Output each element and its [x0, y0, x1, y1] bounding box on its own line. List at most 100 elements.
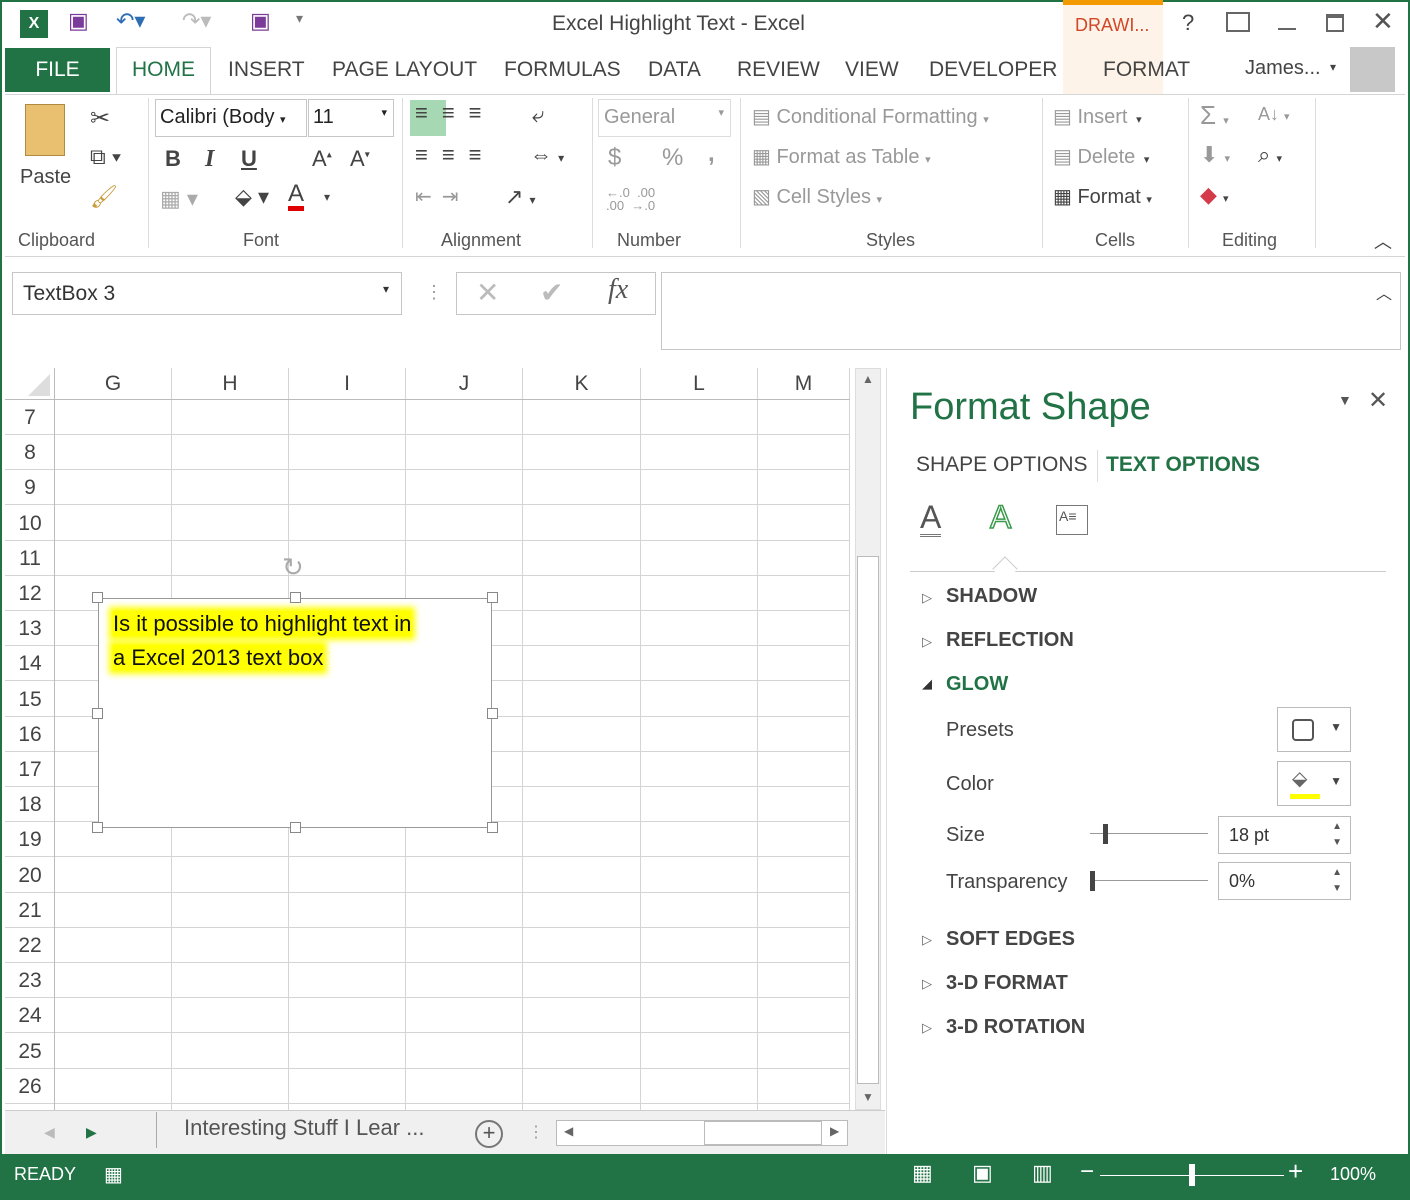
new-sheet-icon[interactable]: +	[475, 1120, 503, 1148]
scroll-down-icon[interactable]: ▼	[862, 1090, 874, 1104]
resize-handle[interactable]	[92, 822, 103, 833]
resize-handle[interactable]	[290, 822, 301, 833]
scroll-left-icon[interactable]: ◀	[564, 1124, 573, 1138]
row-header-19[interactable]: 19	[5, 822, 55, 858]
tab-page-layout[interactable]: PAGE LAYOUT	[332, 56, 477, 94]
maximize-icon[interactable]	[1326, 14, 1344, 32]
name-box[interactable]: TextBox 3 ▾	[12, 272, 402, 315]
paste-icon[interactable]	[25, 104, 65, 156]
row-header-22[interactable]: 22	[5, 928, 55, 963]
minimize-icon[interactable]	[1278, 28, 1296, 30]
expand-icon[interactable]: ▷	[922, 634, 932, 650]
text-fill-outline-icon[interactable]: A	[920, 500, 942, 537]
decimal-icons[interactable]: ←.0 .00.00 →.0	[606, 186, 655, 212]
row-header-15[interactable]: 15	[5, 682, 55, 717]
indent-icons[interactable]: ⇤⇥	[415, 184, 469, 209]
shrink-font-icon[interactable]: A▾	[350, 146, 370, 172]
cell-styles-button[interactable]: ▧ Cell Styles ▾	[752, 184, 882, 209]
font-color-icon[interactable]: A	[288, 182, 305, 211]
row-header-8[interactable]: 8	[5, 435, 55, 471]
resize-handle[interactable]	[487, 592, 498, 603]
sort-filter-icon[interactable]: A↓ ▾	[1258, 104, 1290, 125]
transparency-slider-thumb[interactable]	[1090, 871, 1095, 891]
row-header-13[interactable]: 13	[5, 611, 55, 647]
resize-handle[interactable]	[290, 592, 301, 603]
resize-handle[interactable]	[487, 822, 498, 833]
tab-split-grip-icon[interactable]: ⋮	[528, 1122, 544, 1142]
enter-icon[interactable]: ✔	[540, 276, 563, 309]
expand-formula-bar-icon[interactable]: ︿	[1376, 280, 1392, 304]
tab-formulas[interactable]: FORMULAS	[504, 56, 621, 94]
row-header-24[interactable]: 24	[5, 998, 55, 1034]
transparency-spinner[interactable]: 0% ▲ ▼	[1218, 862, 1351, 900]
save-as-icon[interactable]: ▣	[250, 8, 271, 34]
size-slider-thumb[interactable]	[1103, 824, 1108, 844]
pane-close-icon[interactable]: ✕	[1368, 386, 1388, 415]
copy-icon[interactable]: ⧉ ▾	[90, 144, 121, 170]
undo-icon[interactable]: ↶▾	[116, 8, 145, 34]
italic-button[interactable]: I	[205, 146, 214, 173]
font-name-box[interactable]: Calibri (Body ▾	[155, 99, 307, 137]
scroll-right-icon[interactable]: ▶	[830, 1124, 839, 1138]
collapse-icon[interactable]: ◢	[922, 676, 932, 692]
tab-text-options[interactable]: TEXT OPTIONS	[1106, 453, 1260, 477]
delete-cells-button[interactable]: ▤ Delete ▾	[1053, 144, 1149, 169]
user-menu-arrow-icon[interactable]: ▾	[1330, 60, 1336, 74]
fill-color-icon[interactable]: ⬙ ▾	[235, 184, 269, 210]
section-glow[interactable]: GLOW	[946, 673, 1008, 696]
user-name[interactable]: James...	[1245, 57, 1321, 80]
row-header-18[interactable]: 18	[5, 787, 55, 823]
tab-shape-options[interactable]: SHAPE OPTIONS	[916, 453, 1088, 477]
row-header-14[interactable]: 14	[5, 646, 55, 682]
format-cells-button[interactable]: ▦ Format ▾	[1053, 184, 1152, 209]
row-header-10[interactable]: 10	[5, 506, 55, 541]
column-header-m[interactable]: M	[758, 368, 850, 400]
cancel-icon[interactable]: ✕	[476, 276, 499, 309]
tab-format[interactable]: FORMAT	[1103, 56, 1190, 94]
row-header-11[interactable]: 11	[5, 541, 55, 576]
spin-up-icon[interactable]: ▲	[1332, 867, 1342, 878]
save-icon[interactable]: ▣	[68, 8, 89, 34]
normal-view-icon[interactable]: ▦	[912, 1160, 933, 1186]
formula-bar-grip-icon[interactable]: ⋮	[425, 282, 443, 303]
row-header-7[interactable]: 7	[5, 400, 55, 435]
text-effects-icon[interactable]: A	[989, 499, 1012, 535]
row-header-26[interactable]: 26	[5, 1069, 55, 1104]
column-header-i[interactable]: I	[289, 368, 406, 400]
row-header-23[interactable]: 23	[5, 963, 55, 999]
merge-center-icon[interactable]: ⇔ ▾	[530, 142, 564, 168]
textbox-text[interactable]: Is it possible to highlight text in a Ex…	[113, 607, 412, 675]
select-all-corner[interactable]	[5, 368, 55, 400]
customize-qat-icon[interactable]: ▾	[296, 10, 303, 27]
expand-icon[interactable]: ▷	[922, 590, 932, 606]
presets-dropdown[interactable]: ▼	[1277, 707, 1351, 752]
column-header-k[interactable]: K	[523, 368, 641, 400]
row-header-25[interactable]: 25	[5, 1034, 55, 1069]
format-as-table-button[interactable]: ▦ Format as Table ▾	[752, 144, 931, 169]
expand-icon[interactable]: ▷	[922, 976, 932, 992]
row-header-17[interactable]: 17	[5, 752, 55, 787]
insert-function-button[interactable]: fx	[608, 274, 628, 306]
alignment-icons[interactable]: ≡≡≡	[415, 100, 496, 126]
conditional-formatting-button[interactable]: ▤ Conditional Formatting ▾	[752, 104, 989, 129]
underline-button[interactable]: U	[241, 146, 257, 172]
section-3d-format[interactable]: 3-D FORMAT	[946, 972, 1068, 995]
section-3d-rotation[interactable]: 3-D ROTATION	[946, 1016, 1085, 1039]
column-header-l[interactable]: L	[641, 368, 758, 400]
zoom-slider-thumb[interactable]	[1189, 1164, 1195, 1186]
zoom-in-button[interactable]: +	[1288, 1156, 1303, 1187]
next-sheet-icon[interactable]: ▶	[86, 1124, 97, 1141]
paste-button[interactable]: Paste	[20, 166, 71, 189]
font-color-arrow-icon[interactable]: ▾	[324, 190, 330, 204]
insert-cells-button[interactable]: ▤ Insert ▾	[1053, 104, 1142, 129]
bold-button[interactable]: B	[165, 146, 181, 172]
cut-icon[interactable]: ✂	[90, 104, 110, 133]
column-header-h[interactable]: H	[172, 368, 289, 400]
expand-icon[interactable]: ▷	[922, 932, 932, 948]
text-box-icon[interactable]: A≡	[1056, 505, 1088, 535]
number-format-box[interactable]: General ▾	[598, 99, 731, 137]
transparency-slider-track[interactable]	[1090, 880, 1208, 881]
column-header-g[interactable]: G	[55, 368, 172, 400]
spin-up-icon[interactable]: ▲	[1332, 821, 1342, 832]
section-shadow[interactable]: SHADOW	[946, 585, 1037, 608]
